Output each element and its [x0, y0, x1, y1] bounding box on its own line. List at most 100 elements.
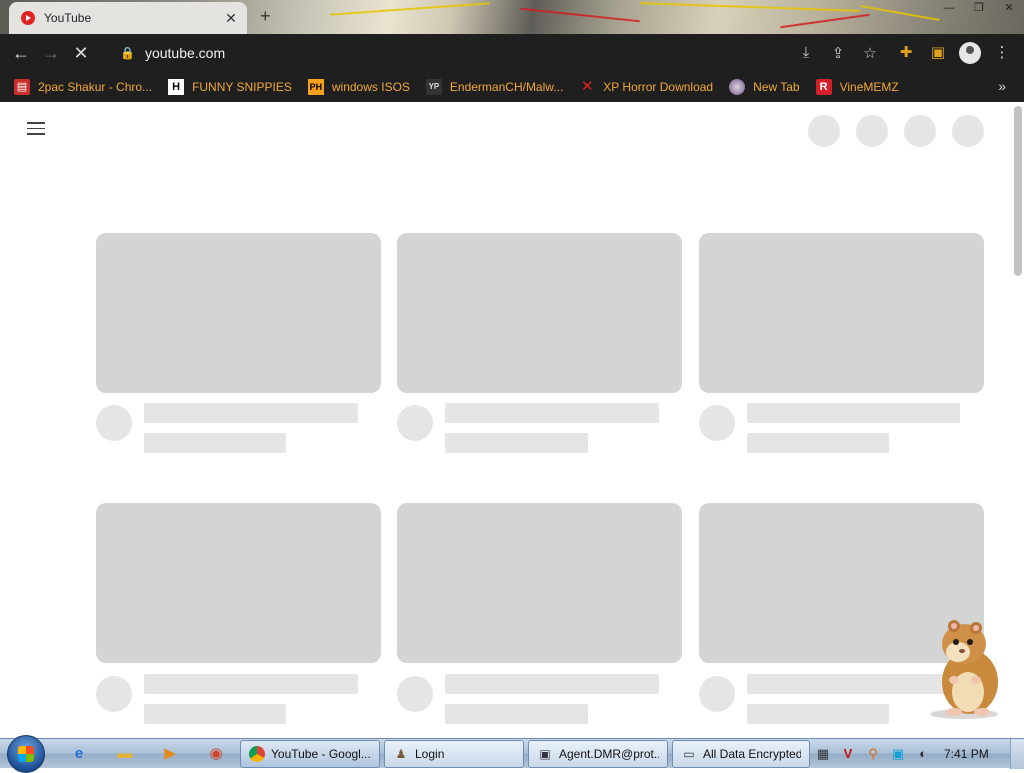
start-button[interactable] [7, 735, 45, 773]
meta-skeleton [445, 704, 588, 724]
url-text[interactable]: youtube.com [145, 45, 790, 61]
clock[interactable]: 7:41 PM [944, 747, 989, 761]
header-placeholder-circle [856, 115, 888, 147]
channel-avatar-skeleton [699, 676, 735, 712]
stop-loading-button[interactable]: ✕ [66, 38, 96, 68]
bookmark-label: VineMEMZ [839, 79, 899, 94]
taskbar-button-agent-dmr[interactable]: ▣ Agent.DMR@prot... [528, 740, 668, 768]
video-thumbnail-skeleton [96, 503, 381, 663]
meta-skeleton [445, 433, 588, 453]
taskbar-button-label: Login [415, 747, 445, 761]
taskbar-button-youtube[interactable]: YouTube - Googl... [240, 740, 380, 768]
bookmark-label: XP Horror Download [603, 79, 714, 94]
channel-avatar-skeleton [96, 405, 132, 441]
meta-skeleton [144, 433, 286, 453]
lock-icon[interactable]: 🔒 [120, 46, 135, 60]
page-scrollbar[interactable] [1014, 106, 1022, 276]
bookmark-endermanch[interactable]: YP EndermanCH/Malw... [425, 76, 563, 98]
window-icon: ▣ [539, 747, 551, 761]
extensions-icon[interactable]: ✚ [890, 38, 922, 67]
bookmark-new-tab[interactable]: New Tab [729, 76, 800, 98]
bookmark-windows-isos[interactable]: PH windows ISOS [307, 76, 410, 98]
media-icon[interactable]: ◐ [912, 743, 934, 765]
window-icon: ▭ [683, 747, 695, 761]
maximize-button[interactable]: ❐ [964, 0, 994, 18]
new-tab-button[interactable]: + [260, 6, 271, 27]
share-icon[interactable]: ⇪ [822, 44, 854, 62]
tab-title: YouTube [44, 11, 92, 25]
firefox-icon[interactable]: ◉ [205, 743, 227, 765]
taskbar-button-label: YouTube - Googl... [271, 747, 371, 761]
taskbar-button-all-data-encrypted[interactable]: ▭ All Data Encrypted [672, 740, 810, 768]
title-skeleton [445, 403, 659, 423]
bookmarks-bar: ▤ 2pac Shakur - Chro... H FUNNY SNIPPIES… [0, 71, 1024, 102]
address-bar[interactable]: 🔒 youtube.com ⤓ ⇪ ☆ [110, 38, 886, 67]
sidepanel-icon[interactable]: ▣ [922, 38, 954, 67]
title-skeleton [144, 674, 358, 694]
youtube-page [0, 102, 1024, 738]
profile-icon[interactable] [959, 41, 981, 64]
channel-avatar-skeleton [397, 676, 433, 712]
hamster-mascot-icon[interactable] [924, 618, 1010, 720]
ph-icon: PH [307, 78, 324, 95]
hamburger-menu-icon[interactable] [27, 122, 45, 136]
title-skeleton [144, 403, 358, 423]
explorer-icon[interactable]: ▬ [114, 743, 136, 765]
close-window-button[interactable]: ✕ [994, 0, 1024, 18]
channel-avatar-skeleton [96, 676, 132, 712]
window-controls: — ❐ ✕ [934, 0, 1024, 18]
tab-close-icon[interactable]: ✕ [223, 10, 239, 27]
taskbar-button-label: Agent.DMR@prot... [559, 747, 659, 761]
video-thumbnail-skeleton [699, 233, 984, 393]
bookmark-xp-horror[interactable]: ✕ XP Horror Download [579, 76, 713, 98]
channel-avatar-skeleton [397, 405, 433, 441]
video-thumbnail-skeleton [397, 233, 682, 393]
r-icon: R [815, 78, 832, 95]
tab-youtube[interactable]: YouTube ✕ [9, 2, 247, 34]
network-icon[interactable]: ▦ [812, 743, 834, 765]
bookmark-vinememz[interactable]: R VineMEMZ [815, 76, 899, 98]
meta-skeleton [144, 704, 286, 724]
taskbar-button-login[interactable]: ♟ Login [384, 740, 524, 768]
bookmarks-overflow-icon[interactable]: » [998, 78, 1006, 94]
chrome-icon [249, 746, 265, 762]
star-icon[interactable]: ☆ [854, 44, 886, 62]
forward-button[interactable]: → [36, 38, 66, 68]
app-icon: ♟ [395, 747, 407, 761]
show-desktop-button[interactable] [1010, 739, 1024, 769]
channel-avatar-skeleton [699, 405, 735, 441]
bookmark-label: FUNNY SNIPPIES [192, 79, 292, 94]
title-skeleton [747, 403, 960, 423]
bookmark-label: windows ISOS [331, 79, 410, 94]
back-button[interactable]: ← [6, 38, 36, 68]
v-icon[interactable]: V [837, 743, 859, 765]
video-thumbnail-skeleton [96, 233, 381, 393]
meta-skeleton [747, 433, 889, 453]
display-icon[interactable]: ▣ [887, 743, 909, 765]
title-skeleton [445, 674, 659, 694]
bookmark-label: New Tab [753, 79, 800, 94]
minimize-button[interactable]: — [934, 0, 964, 18]
bookmark-funny-snippies[interactable]: H FUNNY SNIPPIES [168, 76, 292, 98]
globe-icon [729, 78, 746, 95]
header-placeholder-circle [952, 115, 984, 147]
x-icon: ✕ [580, 77, 594, 95]
video-thumbnail-skeleton [397, 503, 682, 663]
header-placeholder-circle [808, 115, 840, 147]
youtube-icon [21, 11, 35, 25]
system-tray: ▦ V ⚲ ▣ ◐ [812, 740, 1024, 768]
meta-skeleton [747, 704, 889, 724]
folder-icon: ▤ [14, 78, 30, 95]
header-placeholder-circle [904, 115, 936, 147]
yp-icon: YP [425, 78, 442, 95]
taskbar-button-label: All Data Encrypted [703, 747, 801, 761]
tab-strip: YouTube ✕ + — ❐ ✕ [0, 0, 1024, 34]
bookmark-2pac[interactable]: ▤ 2pac Shakur - Chro... [14, 76, 152, 98]
media-player-icon[interactable]: ▶ [159, 743, 181, 765]
h-icon: H [168, 78, 185, 95]
windows-taskbar: e ▬ ▶ ◉ YouTube - Googl... ♟ Login ▣ Age… [0, 735, 1024, 773]
install-icon[interactable]: ⤓ [790, 44, 822, 61]
search-tray-icon[interactable]: ⚲ [862, 743, 884, 765]
menu-icon[interactable]: ⋮ [986, 38, 1018, 67]
ie-icon[interactable]: e [68, 743, 90, 765]
